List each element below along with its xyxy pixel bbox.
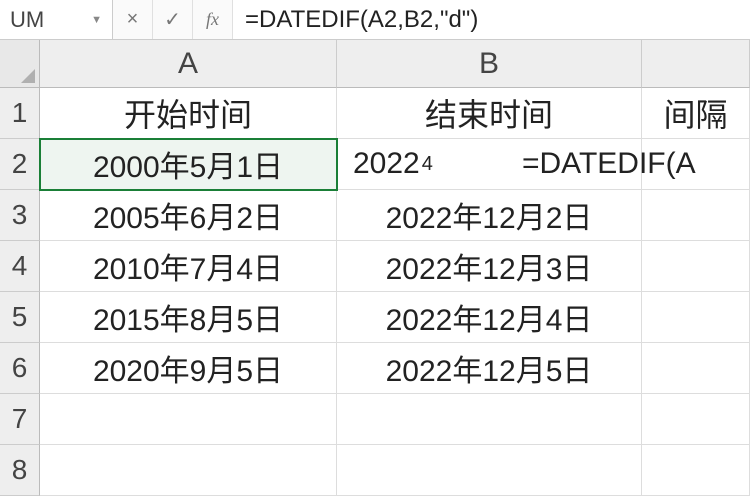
cell-a2[interactable]: 2000年5月1日 (40, 139, 337, 190)
cell-b5[interactable]: 2022年12月4日 (337, 292, 642, 343)
table-row: 2015年8月5日 2022年12月4日 (40, 292, 750, 343)
cell-b2[interactable]: 20224 (337, 139, 642, 190)
cell-b3[interactable]: 2022年12月2日 (337, 190, 642, 241)
row-header-3[interactable]: 3 (0, 190, 40, 241)
row-header-6[interactable]: 6 (0, 343, 40, 394)
column-headers: A B (40, 40, 750, 88)
cell-a3[interactable]: 2005年6月2日 (40, 190, 337, 241)
cell-b7[interactable] (337, 394, 642, 445)
formula-input[interactable]: =DATEDIF(A2,B2,"d") (233, 0, 750, 39)
cells-area: 开始时间 结束时间 间隔 2000年5月1日 20224 =DATEDIF(A … (40, 88, 750, 500)
select-all-corner[interactable] (0, 40, 40, 88)
name-box[interactable]: UM ▼ (0, 0, 113, 39)
cell-c2[interactable]: =DATEDIF(A (642, 139, 750, 190)
cell-a7[interactable] (40, 394, 337, 445)
cell-c7[interactable] (642, 394, 750, 445)
chevron-down-icon: ▼ (91, 14, 102, 26)
cell-c4[interactable] (642, 241, 750, 292)
table-row: 开始时间 结束时间 间隔 (40, 88, 750, 139)
cell-a1[interactable]: 开始时间 (40, 88, 337, 139)
row-header-1[interactable]: 1 (0, 88, 40, 139)
row-header-7[interactable]: 7 (0, 394, 40, 445)
cancel-button[interactable]: × (113, 0, 153, 39)
table-row: 2010年7月4日 2022年12月3日 (40, 241, 750, 292)
cell-c6[interactable] (642, 343, 750, 394)
spreadsheet-grid: A B 1 2 3 4 5 6 7 8 开始时间 结束时间 间隔 2000年5月… (0, 40, 750, 500)
confirm-button[interactable]: ✓ (153, 0, 193, 39)
cell-c3[interactable] (642, 190, 750, 241)
table-row: 2000年5月1日 20224 =DATEDIF(A (40, 139, 750, 190)
table-row (40, 445, 750, 496)
cell-b2-text: 2022 (353, 147, 420, 181)
cell-b6[interactable]: 2022年12月5日 (337, 343, 642, 394)
cell-b1[interactable]: 结束时间 (337, 88, 642, 139)
table-row (40, 394, 750, 445)
cell-a4[interactable]: 2010年7月4日 (40, 241, 337, 292)
row-header-5[interactable]: 5 (0, 292, 40, 343)
col-header-c[interactable] (642, 40, 750, 88)
cell-a6[interactable]: 2020年9月5日 (40, 343, 337, 394)
cell-a5[interactable]: 2015年8月5日 (40, 292, 337, 343)
col-header-a[interactable]: A (40, 40, 337, 88)
cell-a8[interactable] (40, 445, 337, 496)
row-header-2[interactable]: 2 (0, 139, 40, 190)
cell-c5[interactable] (642, 292, 750, 343)
fraction-marker: 4 (422, 153, 433, 176)
table-row: 2020年9月5日 2022年12月5日 (40, 343, 750, 394)
fx-button[interactable]: fx (193, 0, 233, 39)
cell-c1[interactable]: 间隔 (642, 88, 750, 139)
cell-c8[interactable] (642, 445, 750, 496)
name-box-text: UM (10, 7, 44, 33)
col-header-b[interactable]: B (337, 40, 642, 88)
cell-b8[interactable] (337, 445, 642, 496)
row-headers: 1 2 3 4 5 6 7 8 (0, 88, 40, 496)
table-row: 2005年6月2日 2022年12月2日 (40, 190, 750, 241)
row-header-4[interactable]: 4 (0, 241, 40, 292)
row-header-8[interactable]: 8 (0, 445, 40, 496)
formula-bar: UM ▼ × ✓ fx =DATEDIF(A2,B2,"d") (0, 0, 750, 40)
cell-b4[interactable]: 2022年12月3日 (337, 241, 642, 292)
